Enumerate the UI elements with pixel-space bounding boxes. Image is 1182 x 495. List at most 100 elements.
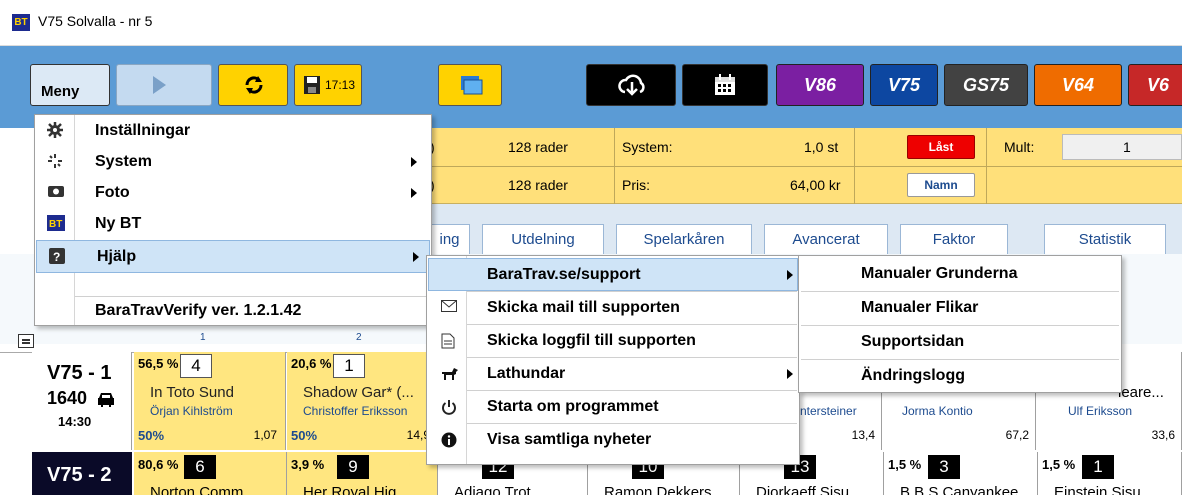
horse-cell[interactable]: 3,9 % 9 Her Royal Hig	[287, 452, 438, 495]
horse-odds: 13,4	[851, 428, 875, 442]
horse-cell[interactable]: 1,5 % 1 Einstein Sisu	[1038, 452, 1182, 495]
race-id-1: V75 - 1	[47, 362, 112, 384]
list-icon[interactable]	[18, 334, 34, 348]
horse-odds: 1,07	[253, 428, 277, 442]
support-item-2[interactable]: Supportsidan	[801, 326, 1119, 360]
horse-cell[interactable]: 1,5 % 3 B.B.S Canyankee	[884, 452, 1038, 495]
save-button[interactable]: 17:13	[294, 64, 362, 106]
horse-cell[interactable]: 80,6 % 6 Norton Comm	[134, 452, 287, 495]
help-item-label: Starta om programmet	[487, 398, 659, 415]
camera-icon	[47, 184, 65, 198]
menu-item-ny-bt[interactable]: BT Ny BT	[35, 208, 431, 239]
tab-spelarkaren[interactable]: Spelarkåren	[616, 224, 752, 254]
info-bar: ) ) 128 rader System: 1,0 st Låst Mult: …	[430, 128, 1182, 204]
play-button[interactable]	[116, 64, 212, 106]
horse-name: Her Royal Hig	[303, 484, 397, 495]
play-icon	[153, 76, 166, 94]
horse-name: leare...	[1118, 384, 1164, 401]
mult-select[interactable]: 1	[1062, 134, 1182, 160]
horse-cell[interactable]: 20,6 % 1 Shadow Gar* (... Christoffer Eriks…	[287, 352, 439, 450]
tab-bar: ing Utdelning Spelarkåren Avancerat Fakt…	[430, 204, 1182, 254]
horse-odds: 67,2	[1005, 428, 1029, 442]
submenu-arrow-icon	[787, 270, 793, 280]
help-item-0[interactable]: BaraTrav.se/support	[428, 258, 798, 292]
cloud-download-button[interactable]	[586, 64, 676, 106]
mult-label: Mult:	[1004, 139, 1035, 155]
bt-logo-icon: BT	[47, 215, 65, 231]
info-icon	[441, 432, 457, 448]
horse-pct: 1,5 %	[1042, 457, 1076, 472]
support-menu: Manualer Grunderna Manualer Flikar Support…	[798, 255, 1122, 393]
power-icon	[441, 399, 457, 415]
support-item-label: Ändringslogg	[861, 367, 965, 384]
tab-partial[interactable]: ing	[430, 224, 470, 254]
help-item-5[interactable]: Visa samtliga nyheter	[429, 424, 797, 455]
document-icon	[441, 333, 455, 349]
menu-button[interactable]: Meny	[30, 64, 110, 106]
menu-item-label: Foto	[95, 184, 130, 201]
menu-item-inst-llningar[interactable]: Inställningar	[35, 115, 431, 146]
help-menu: BaraTrav.se/support Skicka mail till supp…	[426, 255, 800, 465]
lock-button[interactable]: Låst	[907, 135, 975, 159]
menu-button-label: Meny	[41, 83, 80, 100]
help-item-3[interactable]: Lathundar	[429, 358, 797, 391]
horse-name: Djorkaeff Sisu	[756, 484, 850, 495]
tab-avancerat[interactable]: Avancerat	[764, 224, 888, 254]
calendar-button[interactable]	[682, 64, 768, 106]
tab-utdelning[interactable]: Utdelning	[482, 224, 604, 254]
import-button[interactable]	[438, 64, 502, 106]
help-item-label: Skicka loggfil till supporten	[487, 332, 696, 349]
col-header-2: 2	[356, 332, 362, 343]
menu-item-foto[interactable]: Foto	[35, 177, 431, 208]
help-item-2[interactable]: Skicka loggfil till supporten	[429, 325, 797, 358]
horse-name: Einstein Sisu	[1054, 484, 1141, 495]
refresh-button[interactable]	[218, 64, 288, 106]
support-item-label: Supportsidan	[861, 333, 965, 350]
menu-item-label: Inställningar	[95, 122, 191, 139]
horse-name: In Toto Sund	[150, 384, 234, 401]
submenu-arrow-icon	[411, 188, 417, 198]
driver-name: Ulf Eriksson	[1068, 404, 1133, 418]
support-item-0[interactable]: Manualer Grunderna	[801, 258, 1119, 292]
horse-pct: 1,5 %	[888, 457, 922, 472]
horse-cell[interactable]: 56,5 % 4 In Toto Sund Örjan Kihlström 50% 1,0…	[134, 352, 286, 450]
menu-item-label: Ny BT	[95, 215, 142, 232]
race-header-1: V75 - 1 1640 14:30	[32, 352, 132, 450]
help-item-label: Skicka mail till supporten	[487, 299, 680, 316]
tab-statistik[interactable]: Statistik	[1044, 224, 1166, 254]
horse-name: Adiago Trot	[454, 484, 531, 495]
help-item-label: Lathundar	[487, 365, 566, 382]
help-item-1[interactable]: Skicka mail till supporten	[429, 292, 797, 325]
driver-name: Örjan Kihlström	[150, 404, 233, 418]
game-button-v6[interactable]: V6	[1128, 64, 1182, 106]
tab-faktor[interactable]: Faktor	[900, 224, 1008, 254]
system-label: System:	[622, 139, 673, 155]
game-button-v64[interactable]: V64	[1034, 64, 1122, 106]
horse-pct: 80,6 %	[138, 457, 179, 472]
rows-count-2: 128 rader	[508, 177, 568, 193]
support-item-label: Manualer Flikar	[861, 299, 979, 316]
menu-item-hj-lp[interactable]: ? Hjälp	[36, 240, 430, 273]
horse-name: Shadow Gar* (...	[303, 384, 414, 401]
game-button-v75[interactable]: V75	[870, 64, 938, 106]
name-button[interactable]: Namn	[907, 173, 975, 197]
calendar-icon	[715, 74, 735, 95]
support-item-1[interactable]: Manualer Flikar	[801, 292, 1119, 326]
help-item-4[interactable]: Starta om programmet	[429, 391, 797, 424]
horse-name: B.B.S Canyankee	[900, 484, 1019, 495]
price-value: 64,00 kr	[790, 177, 841, 193]
main-menu: Inställningar System Foto BT Ny BT? Hjälp Bar…	[34, 114, 432, 326]
horse-pct: 56,5 %	[138, 356, 179, 371]
horse-name: Ramon Dekkers	[604, 484, 712, 495]
refresh-icon	[245, 76, 263, 94]
support-item-label: Manualer Grunderna	[861, 265, 1018, 282]
menu-item-system[interactable]: System	[35, 146, 431, 177]
submenu-arrow-icon	[787, 369, 793, 379]
support-item-3[interactable]: Ändringslogg	[801, 360, 1119, 391]
cloud-download-icon	[618, 74, 645, 96]
game-button-gs75[interactable]: GS75	[944, 64, 1028, 106]
envelope-icon	[441, 300, 457, 312]
col-header-1: 1	[200, 332, 206, 343]
game-button-v86[interactable]: V86	[776, 64, 864, 106]
horse-number: 4	[180, 354, 212, 378]
